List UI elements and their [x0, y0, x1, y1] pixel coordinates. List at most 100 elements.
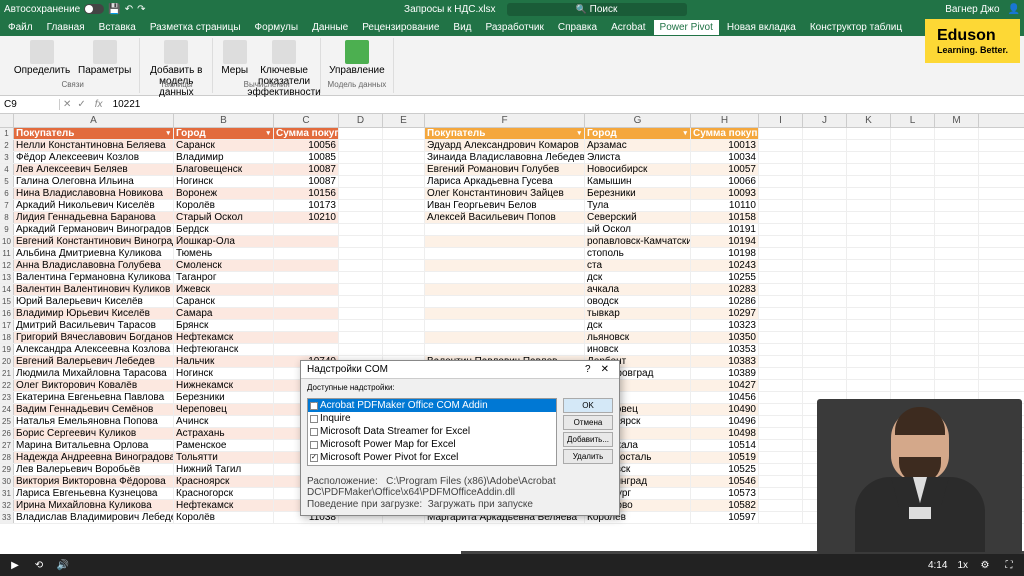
cell[interactable] [759, 476, 803, 487]
fx-icon[interactable]: fx [89, 99, 109, 110]
menu-tab[interactable]: Справка [552, 20, 603, 35]
cell[interactable] [425, 260, 585, 271]
cell[interactable]: Лариса Аркадьевна Гусева [425, 176, 585, 187]
cell[interactable]: Саранск [174, 296, 274, 307]
cell[interactable] [759, 212, 803, 223]
cell[interactable] [891, 140, 935, 151]
autosave-toggle[interactable] [84, 4, 104, 14]
cell[interactable] [891, 344, 935, 355]
cell[interactable] [891, 176, 935, 187]
cancel-icon[interactable]: ✕ [60, 99, 74, 110]
cell[interactable] [274, 308, 339, 319]
ribbon-button[interactable]: Ключевые показатели эффективности [254, 38, 314, 100]
cell[interactable]: Анна Владиславовна Голубева [14, 260, 174, 271]
cell[interactable]: 10173 [274, 200, 339, 211]
cell[interactable] [383, 296, 425, 307]
cell[interactable]: 10427 [691, 380, 759, 391]
cell[interactable] [847, 344, 891, 355]
cell[interactable]: тывкар [585, 308, 691, 319]
cell[interactable]: Камышин [585, 176, 691, 187]
cell[interactable] [847, 332, 891, 343]
cell[interactable]: Александра Алексеевна Козлова [14, 344, 174, 355]
ribbon-button[interactable]: Меры [219, 38, 250, 78]
cell[interactable] [847, 212, 891, 223]
cell[interactable] [759, 284, 803, 295]
column-header[interactable]: D [339, 114, 383, 127]
addin-item[interactable]: Microsoft Power View for Excel [308, 464, 556, 466]
ribbon-button[interactable]: Управление [327, 38, 387, 78]
cell[interactable] [759, 128, 803, 139]
cell[interactable] [891, 380, 935, 391]
menu-tab[interactable]: Данные [306, 20, 354, 35]
cell[interactable] [759, 404, 803, 415]
cell[interactable]: Северский [585, 212, 691, 223]
cell[interactable]: Нина Владиславовна Новикова [14, 188, 174, 199]
cell[interactable]: 10389 [691, 368, 759, 379]
close-icon[interactable]: ✕ [597, 364, 613, 375]
user-name[interactable]: Вагнер Джо [945, 4, 999, 15]
cell[interactable] [847, 188, 891, 199]
column-header[interactable]: J [803, 114, 847, 127]
cell[interactable] [935, 188, 979, 199]
cell[interactable]: Нефтекамск [174, 500, 274, 511]
cell[interactable]: Лев Алексеевич Беляев [14, 164, 174, 175]
cell[interactable] [339, 188, 383, 199]
cell[interactable] [425, 272, 585, 283]
cell[interactable] [935, 260, 979, 271]
menu-tab[interactable]: Power Pivot [654, 20, 719, 35]
ok-button[interactable]: OK [563, 398, 613, 413]
cell[interactable] [425, 344, 585, 355]
cell[interactable] [847, 368, 891, 379]
cell[interactable] [383, 308, 425, 319]
cell[interactable]: 10525 [691, 464, 759, 475]
cell[interactable]: 10519 [691, 452, 759, 463]
cell[interactable] [339, 284, 383, 295]
column-header[interactable]: H [691, 114, 759, 127]
cell[interactable]: Тюмень [174, 248, 274, 259]
cell[interactable] [847, 176, 891, 187]
cell[interactable]: 10353 [691, 344, 759, 355]
cell[interactable]: Арзамас [585, 140, 691, 151]
cell[interactable]: 10546 [691, 476, 759, 487]
cell[interactable] [935, 140, 979, 151]
cell[interactable]: Ногинск [174, 176, 274, 187]
cell[interactable] [425, 296, 585, 307]
cell[interactable]: Город▾ [585, 128, 691, 139]
cell[interactable] [759, 380, 803, 391]
cell[interactable] [759, 188, 803, 199]
save-icon[interactable]: 💾 [108, 4, 120, 15]
undo-icon[interactable]: ↶ [125, 4, 133, 15]
cell[interactable] [339, 344, 383, 355]
cell[interactable]: Лев Валерьевич Воробьёв [14, 464, 174, 475]
search-box[interactable]: 🔍 Поиск [507, 3, 687, 16]
cell[interactable]: 10158 [691, 212, 759, 223]
cell[interactable] [339, 176, 383, 187]
cell[interactable]: Астрахань [174, 428, 274, 439]
cell[interactable]: Тольятти [174, 452, 274, 463]
cell[interactable] [847, 356, 891, 367]
cell[interactable]: Аркадий Никольевич Киселёв [14, 200, 174, 211]
cell[interactable]: Аркадий Германович Виноградов [14, 224, 174, 235]
cell[interactable] [425, 236, 585, 247]
cell[interactable]: 10350 [691, 332, 759, 343]
cell[interactable] [847, 320, 891, 331]
cell[interactable] [383, 176, 425, 187]
cell[interactable] [339, 200, 383, 211]
cell[interactable]: Екатерина Евгеньевна Павлова [14, 392, 174, 403]
cell[interactable] [935, 296, 979, 307]
cell[interactable] [339, 272, 383, 283]
cell[interactable]: Алексей Васильевич Попов [425, 212, 585, 223]
cell[interactable] [339, 332, 383, 343]
cell[interactable]: 10243 [691, 260, 759, 271]
cell[interactable]: 10323 [691, 320, 759, 331]
volume-icon[interactable]: 🔊 [56, 558, 70, 572]
cell[interactable] [425, 284, 585, 295]
cell[interactable] [339, 224, 383, 235]
cell[interactable]: Владимир Юрьевич Киселёв [14, 308, 174, 319]
cell[interactable] [383, 140, 425, 151]
cell[interactable] [847, 224, 891, 235]
cell[interactable]: льяновск [585, 332, 691, 343]
cell[interactable] [803, 260, 847, 271]
cell[interactable]: 10514 [691, 440, 759, 451]
user-avatar-icon[interactable]: 👤 [1008, 4, 1020, 15]
